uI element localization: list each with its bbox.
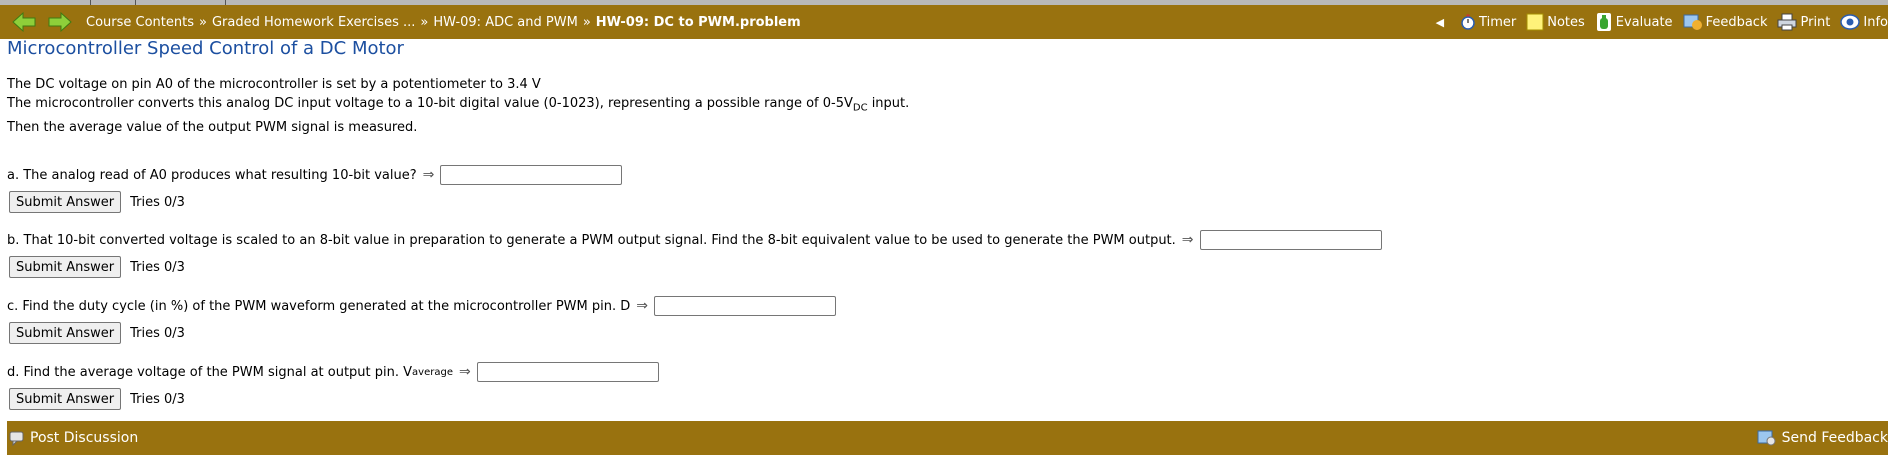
submit-answer-b-button[interactable]: Submit Answer — [9, 256, 122, 278]
timer-button[interactable]: Timer — [1460, 14, 1516, 30]
intro-line-2-subscript: DC — [852, 102, 868, 114]
intro-line-2: The microcontroller converts this analog… — [7, 94, 909, 118]
notes-icon — [1526, 13, 1544, 31]
send-feedback-icon — [1757, 429, 1777, 447]
notes-button[interactable]: Notes — [1526, 13, 1585, 31]
evaluate-button[interactable]: Evaluate — [1595, 12, 1673, 32]
feedback-button[interactable]: Feedback — [1683, 13, 1768, 31]
tries-a-counter: Tries 0/3 — [130, 194, 185, 210]
send-feedback-link[interactable]: Send Feedback — [1757, 429, 1888, 447]
question-c: c. Find the duty cycle (in %) of the PWM… — [7, 294, 836, 344]
feedback-label: Feedback — [1705, 14, 1768, 30]
submit-answer-d-button[interactable]: Submit Answer — [9, 388, 122, 410]
question-d: d. Find the average voltage of the PWM s… — [7, 360, 659, 410]
timer-label: Timer — [1479, 14, 1517, 30]
intro-line-3: Then the average value of the output PWM… — [7, 119, 418, 135]
forward-arrow-icon — [48, 12, 72, 32]
intro-line-2-suffix: input. — [867, 96, 910, 111]
discussion-icon — [9, 430, 25, 446]
breadcrumb-hw09-adc-pwm[interactable]: HW-09: ADC and PWM — [433, 15, 577, 30]
page-title: Microcontroller Speed Control of a DC Mo… — [7, 38, 404, 59]
breadcrumb-current-problem: HW-09: DC to PWM.problem — [595, 14, 801, 30]
answer-arrow-icon: ⇒ — [1181, 232, 1194, 248]
question-d-text: d. Find the average voltage of the PWM s… — [7, 364, 413, 380]
intro-line-2-text: The microcontroller converts this analog… — [7, 96, 853, 111]
navigation-bar: Course Contents » Graded Homework Exerci… — [0, 5, 1888, 39]
info-icon — [1840, 13, 1861, 31]
tries-d-counter: Tries 0/3 — [130, 391, 185, 407]
toolbar: ◀ Timer Notes Evaluate Feedback Print In… — [1436, 12, 1888, 32]
breadcrumb-separator: » — [420, 14, 429, 30]
forward-button[interactable] — [46, 10, 74, 34]
feedback-icon — [1683, 13, 1703, 31]
question-b-text: b. That 10-bit converted voltage is scal… — [7, 232, 1176, 248]
question-c-text: c. Find the duty cycle (in %) of the PWM… — [7, 298, 631, 314]
print-icon — [1777, 13, 1797, 31]
answer-arrow-icon: ⇒ — [458, 364, 471, 380]
question-b: b. That 10-bit converted voltage is scal… — [7, 228, 1382, 278]
post-discussion-label: Post Discussion — [30, 430, 139, 446]
submit-answer-a-button[interactable]: Submit Answer — [9, 191, 122, 213]
submit-answer-c-button[interactable]: Submit Answer — [9, 322, 122, 344]
collapse-triangle-icon[interactable]: ◀ — [1436, 16, 1444, 29]
info-label: Info — [1863, 14, 1888, 30]
breadcrumb-separator: » — [199, 14, 207, 30]
problem-intro: The DC voltage on pin A0 of the microcon… — [7, 75, 909, 137]
breadcrumb-course-contents[interactable]: Course Contents — [86, 15, 194, 30]
question-d-subscript: average — [412, 366, 453, 378]
timer-icon — [1460, 14, 1476, 30]
breadcrumb: Course Contents » Graded Homework Exerci… — [86, 15, 801, 30]
tries-c-counter: Tries 0/3 — [130, 325, 185, 341]
back-button[interactable] — [10, 10, 38, 34]
footer-bar: Post Discussion Send Feedback — [7, 421, 1888, 455]
answer-c-input[interactable] — [654, 296, 836, 316]
breadcrumb-separator: » — [582, 14, 591, 30]
question-a-text: a. The analog read of A0 produces what r… — [7, 167, 417, 183]
tries-b-counter: Tries 0/3 — [130, 259, 185, 275]
back-arrow-icon — [12, 12, 36, 32]
print-button[interactable]: Print — [1777, 13, 1830, 31]
intro-line-1: The DC voltage on pin A0 of the microcon… — [7, 77, 541, 92]
question-a: a. The analog read of A0 produces what r… — [7, 163, 623, 213]
answer-arrow-icon: ⇒ — [422, 167, 435, 183]
answer-d-input[interactable] — [476, 362, 659, 382]
evaluate-label: Evaluate — [1615, 14, 1673, 30]
notes-label: Notes — [1547, 14, 1585, 30]
answer-arrow-icon: ⇒ — [636, 298, 648, 314]
evaluate-icon — [1595, 12, 1613, 32]
print-label: Print — [1800, 14, 1831, 30]
info-button[interactable]: Info — [1840, 13, 1888, 31]
answer-a-input[interactable] — [440, 165, 623, 185]
post-discussion-link[interactable]: Post Discussion — [9, 430, 138, 446]
send-feedback-label: Send Feedback — [1781, 430, 1888, 446]
answer-b-input[interactable] — [1199, 230, 1382, 250]
breadcrumb-graded-homework[interactable]: Graded Homework Exercises ... — [212, 15, 415, 30]
